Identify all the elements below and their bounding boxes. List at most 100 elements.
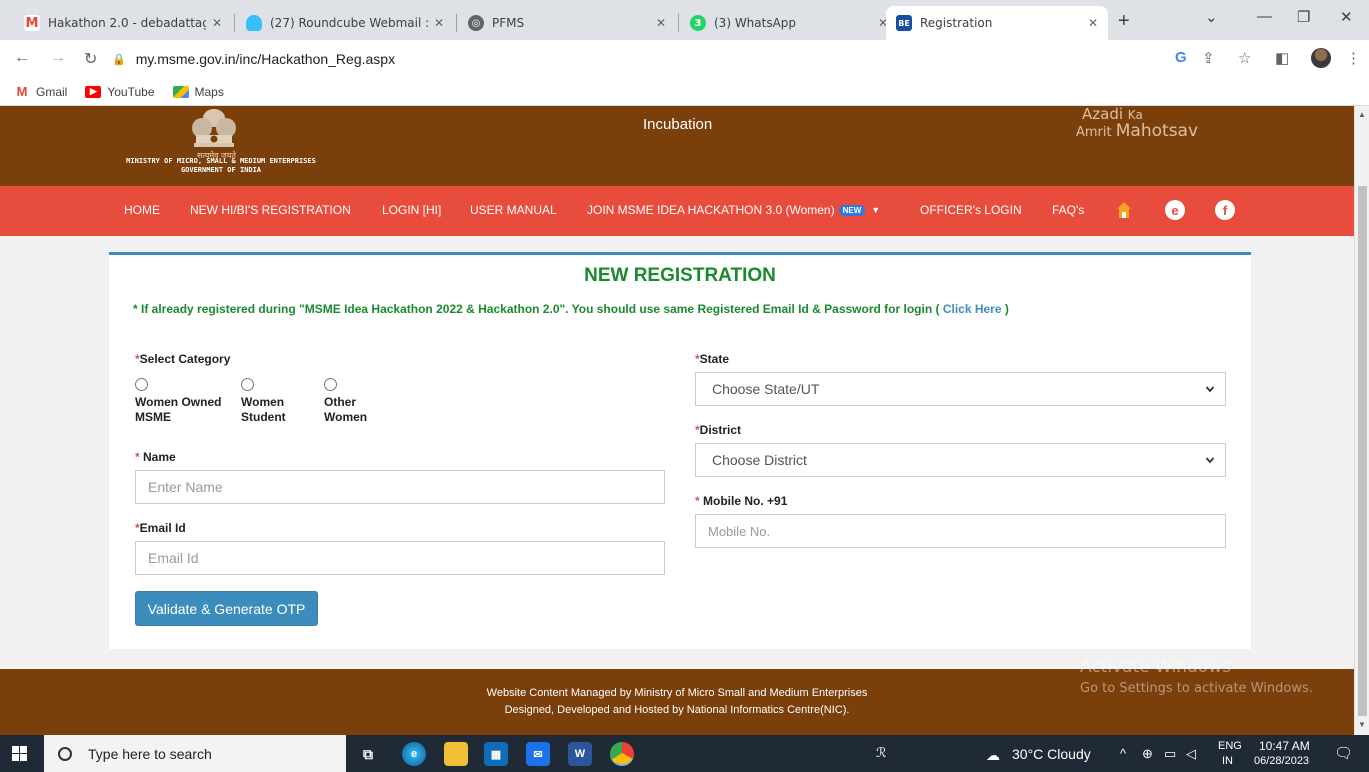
caret-down-icon: ▼	[871, 205, 881, 215]
store-icon[interactable]: ▦	[484, 742, 508, 766]
tab-pfms[interactable]: ◎ PFMS ✕	[458, 6, 676, 40]
nav-login-hi[interactable]: LOGIN [HI]	[382, 203, 441, 217]
taskbar-search-box[interactable]: Type here to search	[44, 735, 346, 772]
nav-officers-login[interactable]: OFFICER's LOGIN	[920, 203, 1022, 217]
bookmark-label: Maps	[194, 84, 224, 99]
new-badge-icon: NEW	[838, 204, 866, 216]
bookmark-youtube[interactable]: ▶ YouTube	[85, 85, 155, 99]
district-label: *District	[695, 423, 741, 437]
registration-card: NEW REGISTRATION * If already registered…	[109, 252, 1251, 649]
msme-icon: BE	[896, 15, 912, 31]
notifications-icon[interactable]: 🗨	[1334, 744, 1353, 762]
tray-chevron-icon[interactable]: ^	[1120, 746, 1126, 761]
logo-text: Ka	[1127, 108, 1143, 122]
radio-button[interactable]	[324, 378, 337, 391]
state-select[interactable]: Choose State/UT	[695, 372, 1226, 406]
task-view-icon[interactable]: ⧉	[356, 742, 380, 766]
radio-label-line: Other	[324, 395, 357, 409]
radio-label-line: Women Owned	[135, 395, 222, 409]
email-input[interactable]: Email Id	[135, 541, 665, 575]
share-icon[interactable]: ⇪	[1202, 49, 1215, 67]
bookmark-star-icon[interactable]: ☆	[1238, 49, 1251, 67]
close-icon[interactable]: ✕	[212, 16, 222, 30]
google-lens-icon[interactable]: G	[1175, 49, 1187, 66]
edge-icon[interactable]: e	[402, 742, 426, 766]
label-text: District	[699, 423, 742, 437]
chrome-icon[interactable]	[610, 742, 634, 766]
activate-windows-watermark: Activate Windows Go to Settings to activ…	[1080, 656, 1313, 700]
site-title: Incubation	[643, 116, 713, 133]
tab-roundcube[interactable]: (27) Roundcube Webmail :: In ✕	[236, 6, 454, 40]
file-explorer-icon[interactable]	[444, 742, 468, 766]
reload-icon[interactable]: ↻	[84, 49, 97, 69]
radio-button[interactable]	[241, 378, 254, 391]
address-bar[interactable]: 🔒 my.msme.gov.in/inc/Hackathon_Reg.aspx	[112, 45, 1162, 73]
click-here-link[interactable]: Click Here	[943, 302, 1002, 316]
close-icon[interactable]: ✕	[434, 16, 444, 30]
restore-button[interactable]: ❐	[1297, 8, 1310, 26]
bookmark-label: Gmail	[36, 84, 68, 99]
nav-join-hackathon-dropdown[interactable]: JOIN MSME IDEA HACKATHON 3.0 (Women) NEW…	[587, 203, 880, 217]
nav-new-registration[interactable]: NEW HI/BI'S REGISTRATION	[190, 203, 351, 217]
label-text: Mobile No. +91	[703, 494, 788, 508]
weather-text[interactable]: 30°C Cloudy	[1012, 746, 1091, 762]
validate-generate-otp-button[interactable]: Validate & Generate OTP	[135, 591, 318, 626]
nav-faqs[interactable]: FAQ's	[1052, 203, 1084, 217]
language-indicator[interactable]: ENG	[1218, 740, 1242, 752]
national-emblem-icon	[192, 109, 236, 147]
logo-text: Mahotsav	[1115, 121, 1199, 141]
people-icon[interactable]: ℛ	[876, 745, 886, 761]
scroll-down-icon[interactable]: ▼	[1358, 720, 1366, 729]
lock-icon[interactable]: 🔒	[112, 53, 126, 66]
tab-title: Registration	[920, 16, 993, 30]
registration-notice: * If already registered during "MSME Ide…	[133, 302, 1009, 316]
tab-title: (3) WhatsApp	[714, 16, 797, 30]
scrollbar-thumb[interactable]	[1358, 186, 1367, 716]
tab-registration[interactable]: BE Registration ✕	[886, 6, 1108, 40]
gmail-icon: M	[16, 84, 28, 99]
network-icon[interactable]: ⊕	[1142, 746, 1153, 762]
mobile-input[interactable]: Mobile No.	[695, 514, 1226, 548]
close-icon[interactable]: ✕	[1088, 16, 1098, 30]
page-scrollbar[interactable]: ▲ ▼	[1354, 106, 1369, 735]
district-select[interactable]: Choose District	[695, 443, 1226, 477]
minimize-button[interactable]: —	[1257, 8, 1272, 25]
bookmark-maps[interactable]: Maps	[172, 84, 224, 99]
radio-label: Women Student	[241, 395, 311, 425]
category-women-student[interactable]: Women Student	[241, 378, 311, 425]
side-panel-icon[interactable]: ◧	[1275, 49, 1289, 67]
tab-gmail[interactable]: M Hakathon 2.0 - debadattagho ✕	[14, 6, 232, 40]
display-icon[interactable]: ▭	[1164, 746, 1176, 762]
radio-button[interactable]	[135, 378, 148, 391]
profile-avatar[interactable]	[1311, 48, 1331, 68]
word-icon[interactable]: W	[568, 742, 592, 766]
close-icon[interactable]: ✕	[656, 16, 666, 30]
ebook-icon[interactable]: e	[1165, 200, 1185, 220]
nav-label: JOIN MSME IDEA HACKATHON 3.0 (Women)	[587, 203, 835, 217]
required-mark: *	[135, 450, 140, 464]
bookmark-gmail[interactable]: M Gmail	[14, 84, 68, 99]
forward-arrow-icon[interactable]: →	[50, 49, 66, 67]
nav-home[interactable]: HOME	[124, 203, 160, 217]
volume-muted-icon[interactable]: ◁	[1186, 746, 1196, 762]
clock-time[interactable]: 10:47 AM	[1259, 739, 1310, 753]
label-text: Select Category	[139, 352, 231, 366]
home-icon[interactable]	[1116, 201, 1132, 219]
nav-user-manual[interactable]: USER MANUAL	[470, 203, 557, 217]
new-tab-button[interactable]: +	[1118, 10, 1130, 33]
name-input[interactable]: Enter Name	[135, 470, 665, 504]
radio-label-line: Student	[241, 410, 286, 424]
back-arrow-icon[interactable]: ←	[14, 49, 30, 67]
tab-search-icon[interactable]: ⌄	[1205, 8, 1218, 26]
page-viewport: सत्यमेव जयते MINISTRY OF MICRO, SMALL & …	[0, 106, 1369, 735]
category-women-owned-msme[interactable]: Women Owned MSME	[135, 378, 245, 425]
close-window-button[interactable]: ✕	[1340, 8, 1353, 26]
facebook-icon[interactable]: f	[1215, 200, 1235, 220]
category-other-women[interactable]: Other Women	[324, 378, 394, 425]
windows-start-icon[interactable]	[12, 746, 27, 761]
mail-icon[interactable]: ✉	[526, 742, 550, 766]
scroll-up-icon[interactable]: ▲	[1358, 110, 1366, 119]
tab-whatsapp[interactable]: 3 (3) WhatsApp ✕	[680, 6, 898, 40]
select-category-label: *Select Category	[135, 352, 230, 366]
menu-kebab-icon[interactable]: ⋮	[1346, 49, 1361, 67]
